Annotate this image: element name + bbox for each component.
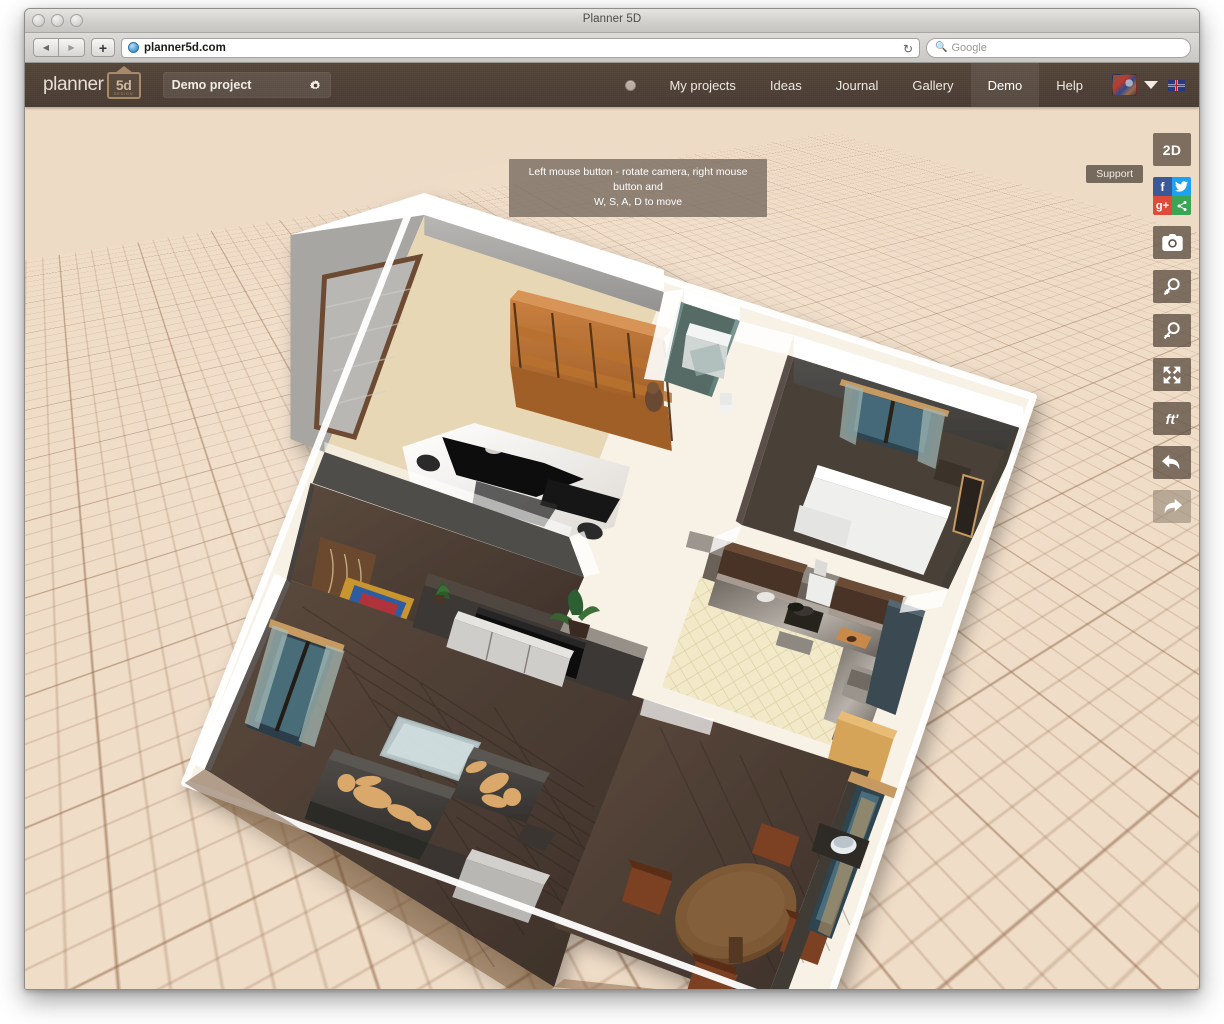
view-2d-label: 2D xyxy=(1163,142,1182,158)
nav-item-gallery[interactable]: Gallery xyxy=(895,63,970,107)
avatar[interactable] xyxy=(1112,74,1137,96)
support-button[interactable]: Support xyxy=(1086,165,1143,183)
view-2d-button[interactable]: 2D xyxy=(1153,133,1191,166)
facebook-share-button[interactable]: f xyxy=(1153,177,1172,196)
magnifier-minus-icon xyxy=(1162,321,1182,341)
nav-buttons[interactable]: ◀ ▶ xyxy=(33,38,85,57)
uk-flag-icon[interactable] xyxy=(1168,80,1185,91)
search-box[interactable]: 🔍 Google xyxy=(926,38,1191,58)
zoom-in-button[interactable] xyxy=(1153,270,1191,303)
url-text: planner5d.com xyxy=(144,42,226,54)
redo-arrow-icon xyxy=(1161,497,1183,517)
units-button[interactable]: ft′ xyxy=(1153,402,1191,435)
logo-wordmark: planner xyxy=(43,74,104,96)
search-placeholder: Google xyxy=(951,42,986,54)
nav-item-demo[interactable]: Demo xyxy=(971,63,1040,107)
planner5d-logo[interactable]: planner 5d DESIGN xyxy=(43,72,141,99)
user-menu[interactable] xyxy=(1100,74,1168,96)
project-name-text: Demo project xyxy=(172,78,252,92)
redo-button[interactable] xyxy=(1153,490,1191,523)
reload-icon[interactable]: ↻ xyxy=(903,42,913,56)
caret-down-icon[interactable] xyxy=(1144,81,1158,89)
twitter-share-button[interactable] xyxy=(1172,177,1191,196)
fullscreen-button[interactable] xyxy=(1153,358,1191,391)
camera-hint-tooltip: Left mouse button - rotate camera, right… xyxy=(509,159,767,217)
tooltip-line-2: W, S, A, D to move xyxy=(517,195,759,210)
zoom-out-button[interactable] xyxy=(1153,314,1191,347)
googleplus-share-button[interactable]: g+ xyxy=(1153,196,1172,215)
app-header: planner 5d DESIGN Demo project xyxy=(25,63,1199,107)
circle-icon xyxy=(625,80,636,91)
planner5d-app: planner 5d DESIGN Demo project xyxy=(25,63,1199,990)
nav-item-journal[interactable]: Journal xyxy=(819,63,896,107)
nav-item-my-projects[interactable]: My projects xyxy=(652,63,752,107)
logo-subtitle: DESIGN xyxy=(114,92,134,96)
gear-icon[interactable] xyxy=(309,79,322,92)
globe-icon xyxy=(128,42,139,53)
social-share-group[interactable]: f g+ xyxy=(1153,177,1191,215)
forward-button[interactable]: ▶ xyxy=(59,38,85,57)
new-tab-button[interactable]: + xyxy=(91,38,115,57)
tooltip-line-1: Left mouse button - rotate camera, right… xyxy=(517,165,759,195)
logo-house-badge: 5d DESIGN xyxy=(107,72,141,99)
screenshot-root: Planner 5D ◀ ▶ + planner5d.com ↻ 🔍 Googl… xyxy=(0,0,1224,1024)
logo-5d-text: 5d xyxy=(116,78,131,92)
nav-item-help[interactable]: Help xyxy=(1039,63,1100,107)
nav-item-ideas[interactable]: Ideas xyxy=(753,63,819,107)
undo-arrow-icon xyxy=(1161,453,1183,473)
search-icon: 🔍 xyxy=(935,42,947,53)
magnifier-plus-icon xyxy=(1162,277,1182,297)
screenshot-button[interactable] xyxy=(1153,226,1191,259)
viewport-canvas[interactable]: Left mouse button - rotate camera, right… xyxy=(25,107,1199,990)
address-bar[interactable]: planner5d.com ↻ xyxy=(121,38,920,58)
share-button[interactable] xyxy=(1172,196,1191,215)
undo-button[interactable] xyxy=(1153,446,1191,479)
nav-circle-button[interactable] xyxy=(608,63,652,107)
browser-toolbar: ◀ ▶ + planner5d.com ↻ 🔍 Google xyxy=(25,33,1199,63)
window-title: Planner 5D xyxy=(25,13,1199,25)
units-label: ft′ xyxy=(1166,411,1179,427)
browser-titlebar: Planner 5D xyxy=(25,9,1199,33)
project-name-field[interactable]: Demo project xyxy=(163,72,331,98)
browser-window: Planner 5D ◀ ▶ + planner5d.com ↻ 🔍 Googl… xyxy=(24,8,1200,990)
camera-icon xyxy=(1162,234,1183,251)
back-button[interactable]: ◀ xyxy=(33,38,59,57)
right-toolbar: 2D f g+ xyxy=(1153,133,1191,523)
main-nav: My projects Ideas Journal Gallery Demo H… xyxy=(608,63,1199,107)
expand-arrows-icon xyxy=(1162,365,1182,385)
perspective-grid xyxy=(25,107,1199,990)
